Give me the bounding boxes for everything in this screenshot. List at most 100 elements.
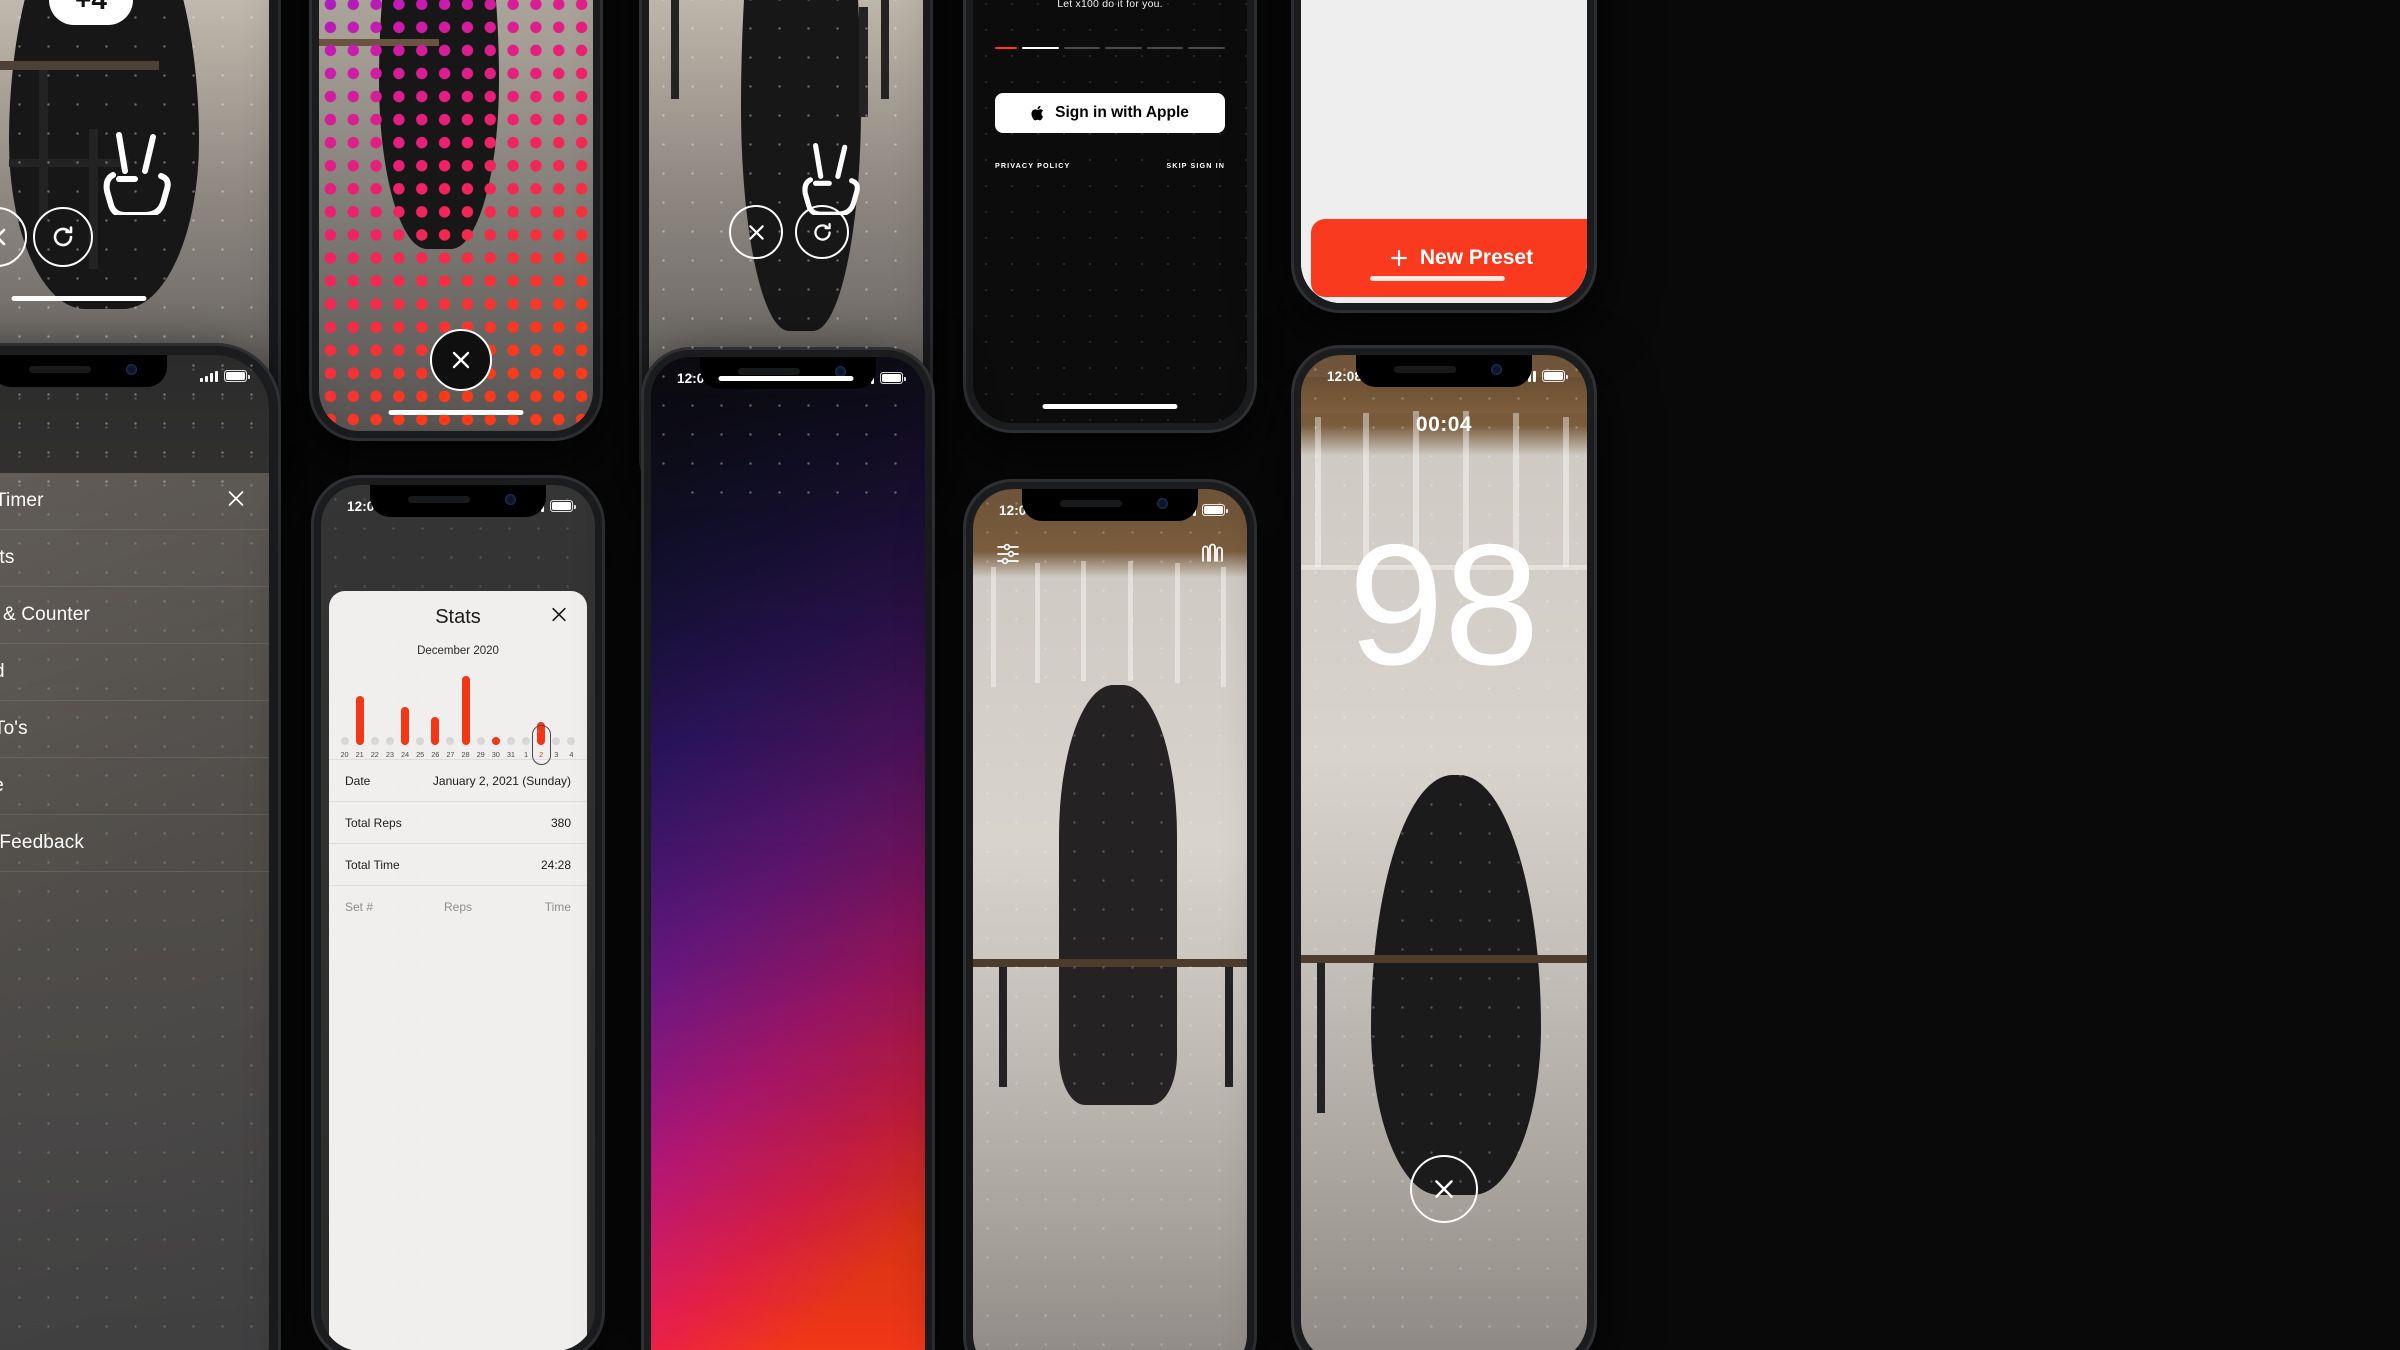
phone-camera-ready: 12:08: [966, 482, 1254, 1350]
chart-empty-dot: [416, 737, 425, 745]
peace-hand-icon: [103, 132, 171, 215]
chart-title: December 2020: [417, 645, 499, 657]
chart-column[interactable]: 4: [562, 737, 580, 759]
sets-col-set: Set #: [345, 900, 374, 914]
chart-day-label: 1: [524, 750, 529, 759]
progress-segment-current: [995, 47, 1017, 50]
menu-item-profile[interactable]: Profile: [0, 758, 269, 815]
close-button[interactable]: [729, 205, 783, 259]
progress-segment: [1105, 47, 1142, 50]
progress-segment: [1063, 47, 1101, 50]
sign-in-label: Sign in with Apple: [1055, 104, 1189, 121]
rep-count-display: 98: [1348, 509, 1540, 701]
bar-stats-icon[interactable]: [1199, 541, 1225, 570]
menu-item-send-feedback[interactable]: Send Feedback: [0, 815, 269, 872]
privacy-policy-link[interactable]: PRIVACY POLICY: [995, 161, 1070, 170]
chart-day-label: 20: [340, 750, 349, 759]
chart-day-label: 4: [569, 750, 574, 759]
chart-empty-dot: [476, 737, 485, 745]
menu-item-label: Send Feedback: [0, 832, 85, 853]
close-button[interactable]: [430, 329, 492, 391]
sliders-icon[interactable]: [995, 541, 1021, 572]
progress-segment: [1188, 47, 1225, 50]
sets-col-time: Time: [544, 900, 571, 914]
menu-item-presets[interactable]: Presets: [0, 530, 269, 587]
chart-day-label: 31: [506, 750, 516, 759]
progress-segment: [1022, 47, 1059, 50]
new-preset-button[interactable]: New Preset: [1311, 219, 1587, 297]
stats-row-value: 380: [550, 815, 571, 830]
stats-close-button[interactable]: [549, 605, 569, 630]
chart-empty-dot: [340, 737, 349, 745]
stats-row-value: January 2, 2021 (Sunday): [432, 773, 571, 788]
plus-icon: [1390, 249, 1407, 267]
menu-item-start-timer[interactable]: Start Timer: [0, 473, 269, 530]
signal-icon: [200, 370, 218, 382]
battery-icon: [224, 370, 250, 382]
stats-row-value: 24:28: [540, 857, 571, 872]
phone-presets: 0 20 25 30 5 New Preset: [1294, 0, 1594, 310]
phone-halftone-large: 12:08: [644, 350, 932, 1350]
close-icon: [1435, 1180, 1453, 1198]
chart-day-label: 29: [476, 750, 485, 759]
menu-item-label: Profile: [0, 775, 4, 797]
onboarding-caption-line2: Let x100 do it for you.: [1057, 0, 1163, 10]
menu-item-timer-counter[interactable]: Timer & Counter: [0, 587, 269, 644]
menu-item-how-tos[interactable]: How-To's: [0, 701, 269, 758]
battery-icon: [550, 500, 576, 512]
phone-onboarding: 25 Take counting reps off your list. Let…: [966, 0, 1254, 430]
stats-card: Stats December 2020 20 21 22 23 24 25 26 27 28 29…: [329, 591, 587, 1350]
menu-item-label: Start Timer: [0, 490, 44, 511]
skip-sign-in-link[interactable]: SKIP SIGN IN: [1166, 161, 1225, 170]
close-button[interactable]: [1410, 1155, 1478, 1223]
chart-bar: [431, 716, 440, 745]
halftone-overlay: [651, 357, 925, 1350]
reset-button[interactable]: [33, 207, 93, 267]
new-preset-label: New Preset: [1419, 246, 1534, 269]
stats-detail-rows: Date January 2, 2021 (Sunday) Total Reps…: [329, 759, 587, 928]
close-icon: [452, 351, 470, 369]
chart-empty-dot: [370, 737, 379, 745]
chart-bar: [461, 676, 470, 745]
showcase-stage: +4: [0, 0, 2400, 1350]
stats-row: Date January 2, 2021 (Sunday): [329, 760, 587, 802]
elapsed-timer: 00:04: [1415, 413, 1473, 436]
chart-day-label: 30: [491, 750, 500, 759]
chart-day-label: 27: [446, 750, 455, 759]
close-icon: [0, 228, 6, 246]
chart-empty-dot: [506, 737, 515, 745]
menu-item-label: Sound: [0, 661, 5, 683]
menu-close-button[interactable]: [225, 488, 247, 515]
stats-row-key: Total Reps: [345, 815, 402, 830]
stats-row-key: Date: [345, 773, 371, 788]
gym-photo-backdrop: [973, 489, 1247, 1350]
close-icon: [228, 491, 244, 506]
stats-title: Stats: [435, 605, 481, 628]
chart-bar: [355, 696, 364, 745]
chart-day-label: 28: [461, 750, 470, 759]
chart-day-label: 23: [385, 750, 395, 759]
chart-empty-dot: [446, 737, 455, 745]
close-icon: [748, 224, 764, 240]
phone-halftone-zero: 0: [312, 0, 600, 438]
chart-day-label: 3: [554, 750, 559, 759]
battery-icon: [1202, 504, 1228, 516]
onboarding-progress: [995, 47, 1225, 50]
reset-icon: [813, 222, 831, 241]
sign-in-with-apple-button[interactable]: Sign in with Apple: [995, 93, 1225, 133]
chart-empty-dot: [567, 737, 576, 745]
chart-empty-dot: [522, 737, 531, 745]
sets-col-reps: Reps: [443, 900, 472, 914]
reset-icon: [53, 226, 73, 247]
stats-row: Total Reps 380: [329, 802, 587, 844]
stats-row: Total Time 24:28: [329, 844, 587, 886]
chart-day-label: 24: [400, 750, 410, 759]
chart-day-label: 21: [355, 750, 364, 759]
menu-item-sound[interactable]: Sound: [0, 644, 269, 701]
menu-panel: Start Timer: [0, 473, 269, 1350]
chart-day-label: 22: [370, 750, 379, 759]
close-icon: [552, 607, 566, 622]
menu-item-label: Presets: [0, 547, 15, 568]
stats-bar-chart[interactable]: 20 21 22 23 24 25 26 27 28 29 30 31 1 2 3 4: [337, 667, 580, 765]
menu-item-label: How-To's: [0, 718, 28, 739]
